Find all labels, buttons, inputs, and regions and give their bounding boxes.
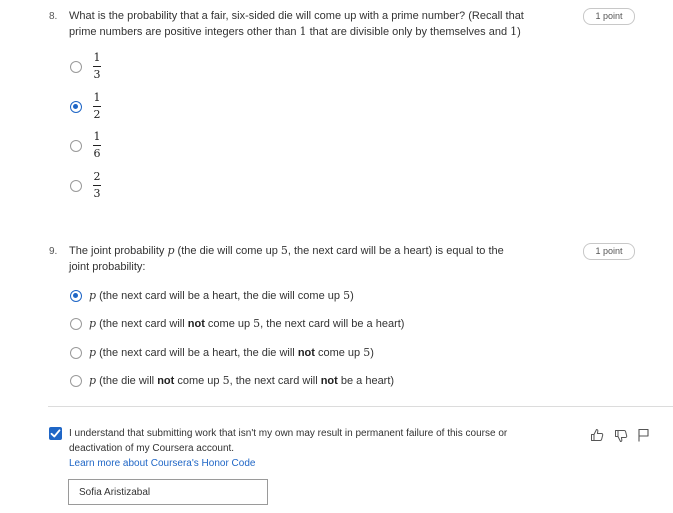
denominator: 3: [93, 68, 101, 81]
question-9-number: 9.: [49, 246, 58, 257]
fraction: 16: [93, 131, 101, 160]
option-text: (the next card will: [96, 318, 188, 330]
option-label: p (the next card will be a heart, the di…: [89, 289, 354, 302]
checkmark-icon: [50, 429, 61, 438]
question-9-part: , the next card will be a heart) is equa…: [287, 245, 504, 257]
math-5: 5: [222, 374, 230, 387]
math-5: 5: [343, 289, 351, 302]
honor-code-link[interactable]: Learn more about Coursera's Honor Code: [69, 458, 255, 469]
legal-name-input[interactable]: [68, 479, 268, 505]
question-9-part: (the die will come up: [174, 245, 281, 257]
question-8-line-1: What is the probability that a fair, six…: [69, 10, 524, 22]
bold-not: not: [297, 347, 315, 359]
math-p: p: [89, 346, 97, 359]
math-p: p: [89, 289, 97, 302]
radio-button[interactable]: [70, 346, 82, 359]
honor-code-statement: I understand that submitting work that i…: [69, 428, 508, 454]
q9-option-4[interactable]: p (the die will not come up 5, the next …: [70, 374, 394, 387]
question-8-line-2-part: prime numbers are positive integers othe…: [69, 26, 300, 38]
question-8-points-badge[interactable]: 1 point: [583, 8, 635, 25]
q8-option-3[interactable]: 16: [70, 131, 101, 160]
question-8-line-2-part: that are divisible only by themselves an…: [306, 26, 511, 38]
question-8-number: 8.: [49, 11, 58, 22]
question-8-line-2-part: ): [517, 26, 521, 38]
option-text: (the die will: [96, 375, 158, 387]
numerator: 1: [93, 91, 101, 104]
question-8-number-one: 1: [299, 25, 307, 38]
question-8-text: What is the probability that a fair, six…: [69, 8, 569, 40]
fraction-bar: [93, 106, 101, 107]
option-text: , the next card will: [229, 375, 321, 387]
option-text: ): [350, 290, 354, 302]
option-label: p (the next card will not come up 5, the…: [89, 317, 404, 330]
denominator: 2: [93, 108, 101, 121]
fraction-bar: [93, 145, 101, 146]
bold-not: not: [187, 318, 205, 330]
question-9-text: The joint probability p (the die will co…: [69, 243, 569, 275]
radio-button[interactable]: [70, 179, 82, 192]
radio-button-selected[interactable]: [70, 289, 82, 302]
flag-icon[interactable]: [637, 428, 650, 442]
thumbs-up-icon[interactable]: [590, 428, 604, 442]
q8-option-4[interactable]: 23: [70, 171, 101, 200]
fraction-bar: [93, 66, 101, 67]
question-9-points-badge[interactable]: 1 point: [583, 243, 635, 260]
section-divider: [48, 406, 673, 407]
denominator: 6: [93, 147, 101, 160]
numerator: 1: [93, 130, 101, 143]
q9-option-2[interactable]: p (the next card will not come up 5, the…: [70, 317, 404, 330]
math-p: p: [89, 317, 97, 330]
question-9-part: The joint probability: [69, 245, 168, 257]
option-label: p (the next card will be a heart, the di…: [89, 346, 374, 359]
numerator: 2: [93, 170, 101, 183]
option-text: (the next card will be a heart, the die …: [96, 290, 344, 302]
radio-button[interactable]: [70, 139, 82, 152]
option-text: come up: [204, 318, 254, 330]
option-text: come up: [314, 347, 364, 359]
radio-button[interactable]: [70, 317, 82, 330]
fraction: 23: [93, 171, 101, 200]
radio-button-selected[interactable]: [70, 100, 82, 113]
denominator: 3: [93, 187, 101, 200]
fraction: 13: [93, 52, 101, 81]
math-p: p: [167, 244, 175, 257]
option-text: come up: [174, 375, 223, 387]
bold-not: not: [320, 375, 338, 387]
q8-option-2[interactable]: 12: [70, 92, 101, 121]
q8-option-1[interactable]: 13: [70, 52, 101, 81]
radio-button[interactable]: [70, 374, 82, 387]
math-5: 5: [280, 244, 288, 257]
fraction: 12: [93, 92, 101, 121]
option-text: be a heart): [337, 375, 395, 387]
math-p: p: [89, 374, 97, 387]
radio-button[interactable]: [70, 60, 82, 73]
option-text: , the next card will be a heart): [260, 318, 405, 330]
thumbs-down-icon[interactable]: [614, 429, 628, 443]
q9-option-3[interactable]: p (the next card will be a heart, the di…: [70, 346, 374, 359]
fraction-bar: [93, 185, 101, 186]
honor-code-checkbox[interactable]: [49, 427, 62, 440]
q9-option-1[interactable]: p (the next card will be a heart, the di…: [70, 289, 354, 302]
option-label: p (the die will not come up 5, the next …: [89, 374, 394, 387]
bold-not: not: [157, 375, 175, 387]
option-text: (the next card will be a heart, the die …: [96, 347, 298, 359]
numerator: 1: [93, 51, 101, 64]
option-text: ): [370, 347, 374, 359]
question-9-line-2: joint probability:: [69, 261, 146, 273]
